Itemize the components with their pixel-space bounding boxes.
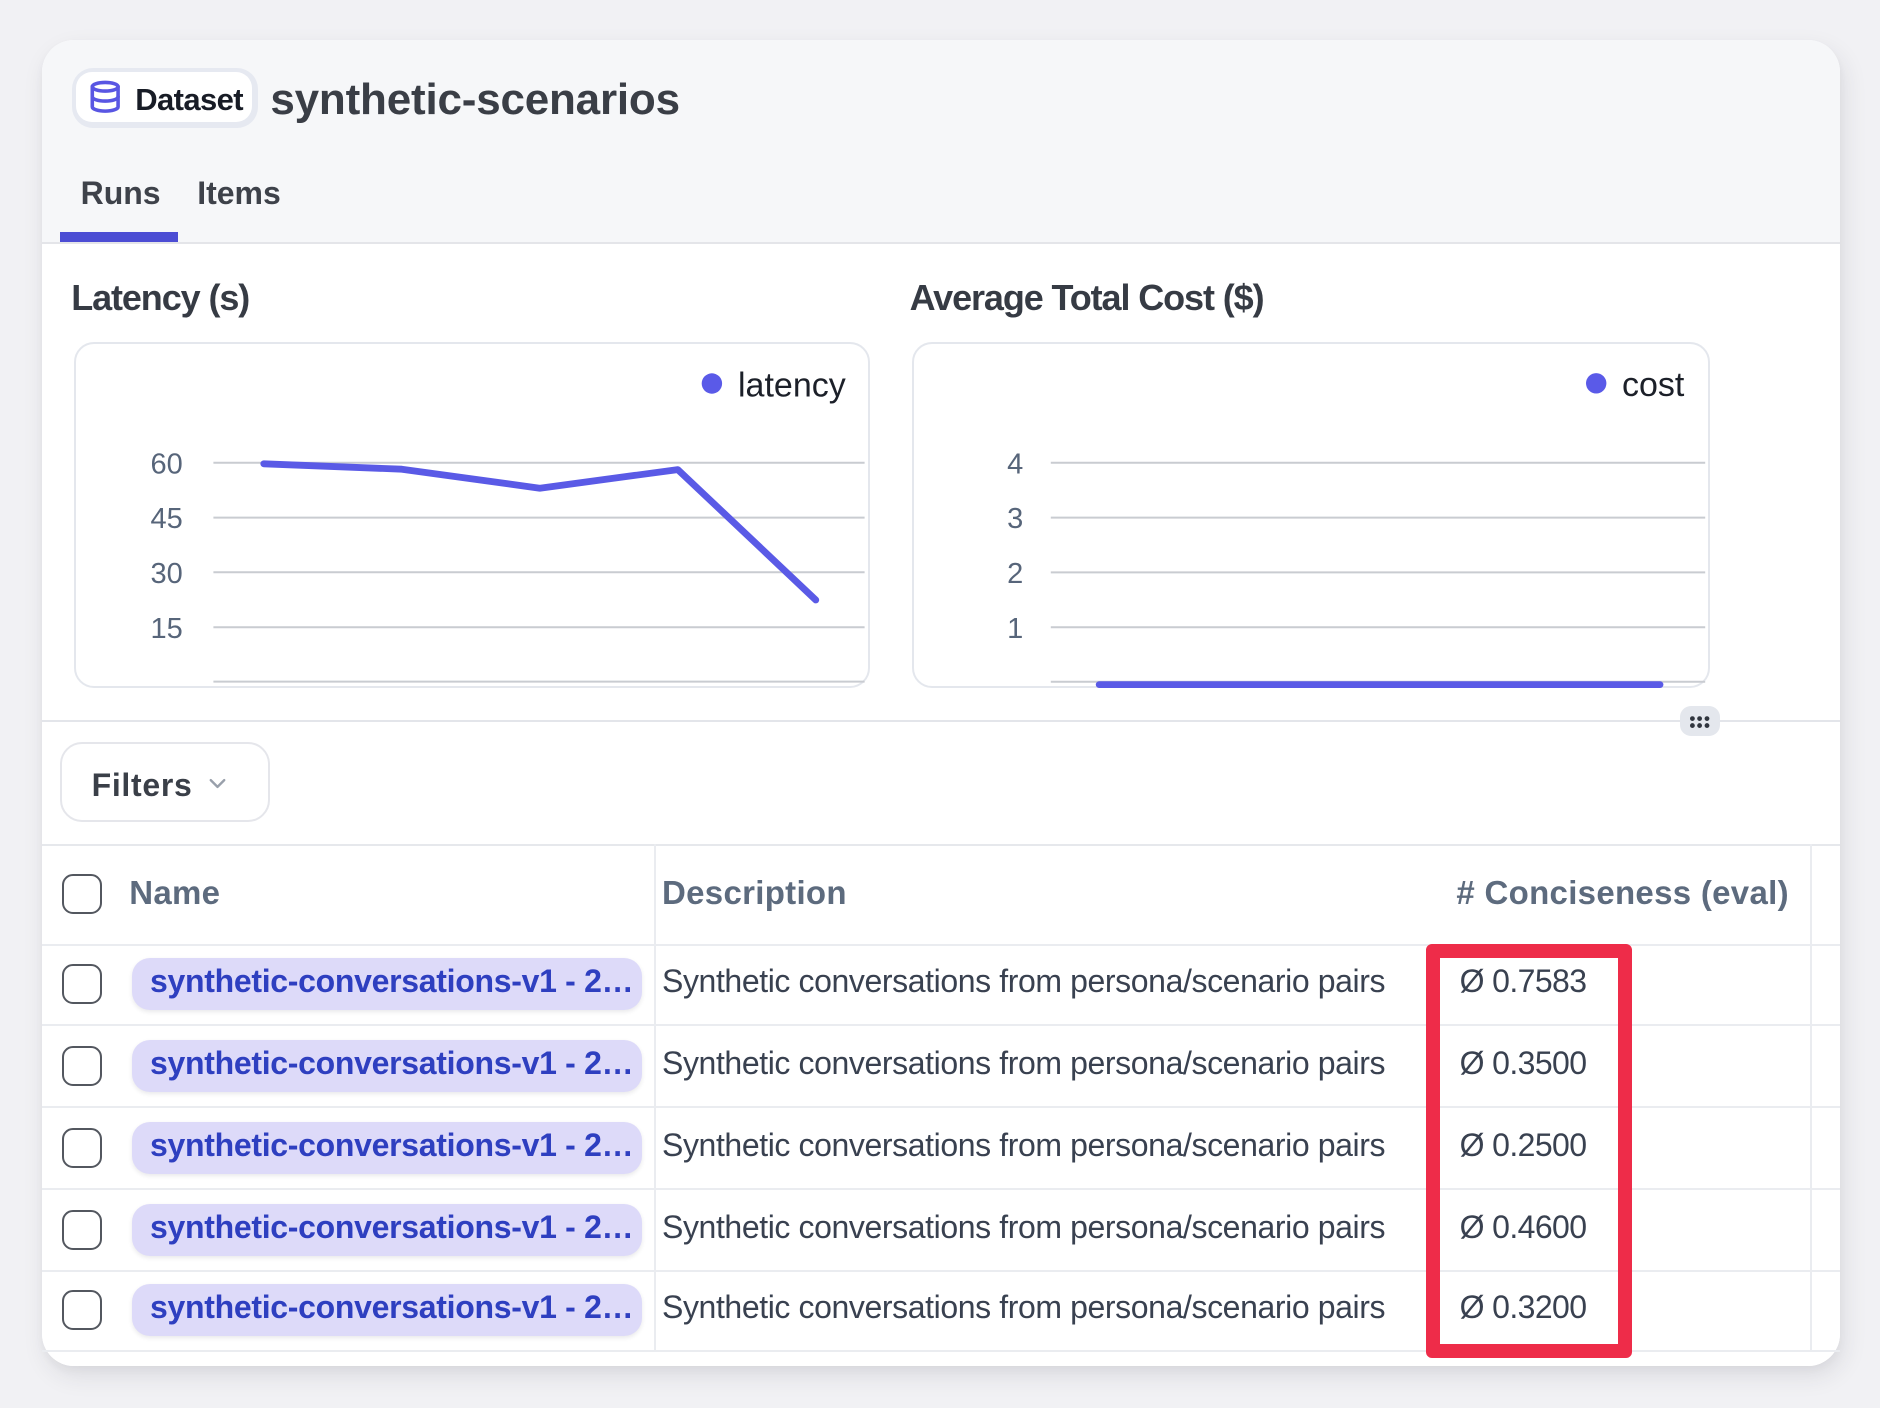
svg-text:45: 45 xyxy=(150,504,182,536)
svg-text:30: 30 xyxy=(150,558,182,590)
svg-text:60: 60 xyxy=(150,449,182,481)
svg-text:2: 2 xyxy=(1007,559,1023,591)
svg-text:15: 15 xyxy=(150,613,182,645)
svg-text:latency: latency xyxy=(737,367,845,405)
svg-text:cost: cost xyxy=(1622,367,1685,405)
svg-text:3: 3 xyxy=(1007,504,1023,536)
svg-text:1: 1 xyxy=(1007,614,1023,646)
svg-text:4: 4 xyxy=(1007,449,1023,481)
